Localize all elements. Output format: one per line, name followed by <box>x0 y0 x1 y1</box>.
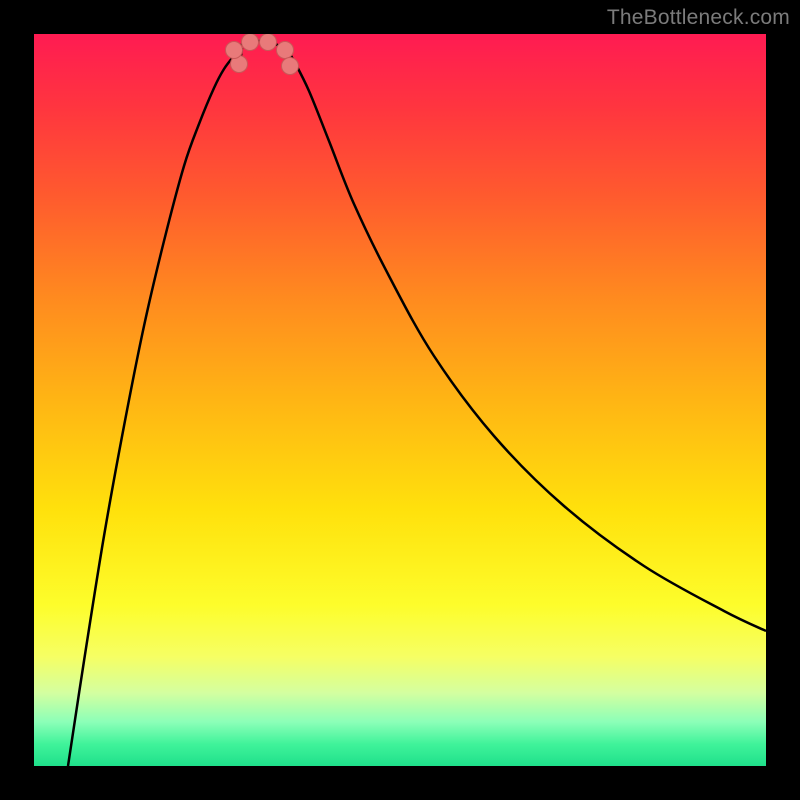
left-curve <box>68 48 242 766</box>
chart-gradient-area <box>34 34 766 766</box>
valley-points <box>226 34 299 75</box>
chart-svg <box>34 34 766 766</box>
valley-point <box>277 42 294 59</box>
valley-point <box>282 58 299 75</box>
valley-point <box>242 34 259 51</box>
right-curve <box>286 48 766 631</box>
valley-point <box>226 42 243 59</box>
valley-point <box>260 34 277 51</box>
watermark-text: TheBottleneck.com <box>607 6 790 30</box>
